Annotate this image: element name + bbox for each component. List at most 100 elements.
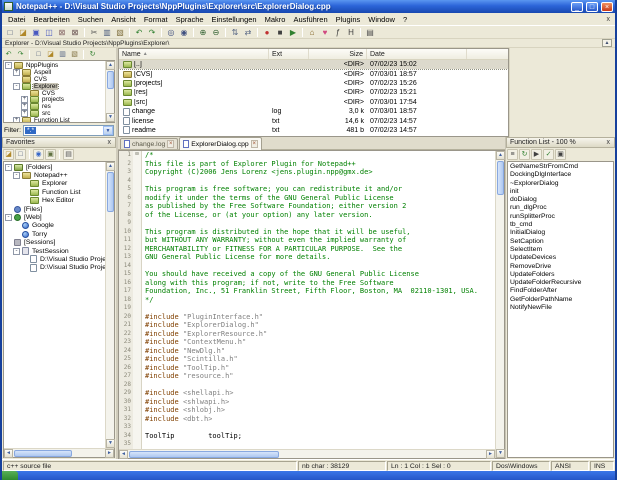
zoom-in-icon[interactable]: ⊕ — [197, 26, 209, 38]
favorites-panel-icon[interactable]: ♥ — [319, 26, 331, 38]
scroll-up-icon[interactable]: ▲ — [106, 61, 115, 70]
save-file-icon[interactable]: ▣ — [30, 26, 42, 38]
scrollbar-thumb[interactable] — [107, 172, 114, 212]
print-icon[interactable]: ▤ — [364, 26, 376, 38]
file-row-readme[interactable]: readmetxt481 b07/02/23 14:57 — [119, 126, 508, 135]
function-item-run-dlgproc[interactable]: run_dlgProc — [508, 204, 613, 212]
function-item-tb-cmd[interactable]: tb_cmd — [508, 221, 613, 229]
favorites-node-d-visual-studio-projects-nppplugin[interactable]: D:\Visual Studio Projects\NppPlugin — [4, 264, 105, 272]
menu-item-einstellungen[interactable]: Einstellungen — [208, 15, 261, 24]
explorer-node-explorer[interactable]: -Explorer — [4, 83, 105, 90]
expander-icon[interactable]: + — [21, 96, 28, 103]
menu-item-item[interactable]: ? — [399, 15, 411, 24]
scrollbar-track[interactable] — [280, 450, 486, 458]
fold-margin-collapse-icon[interactable]: ⊟ — [133, 151, 142, 160]
tab-explorerdialog-cpp[interactable]: ExplorerDialog.cpp× — [179, 137, 261, 150]
scroll-up-icon[interactable]: ▲ — [106, 162, 115, 171]
paste-path-icon[interactable]: ▧ — [69, 49, 80, 60]
scroll-down-icon[interactable]: ▼ — [496, 449, 505, 458]
find-icon[interactable]: ◎ — [165, 26, 177, 38]
favorites-node-google[interactable]: Google — [4, 222, 105, 230]
expander-icon[interactable]: + — [13, 117, 20, 122]
file-row-src[interactable]: [src]<DIR>07/03/01 17:54 — [119, 98, 508, 107]
column-header-size[interactable]: Size — [309, 49, 367, 59]
favorites-close-icon[interactable]: x — [107, 139, 113, 146]
macro-stop-icon[interactable]: ■ — [274, 26, 286, 38]
function-item-selectitem[interactable]: SelectItem — [508, 246, 613, 254]
scroll-right-icon[interactable]: ► — [486, 450, 495, 459]
dock-collapse-button[interactable]: ▲ — [602, 39, 612, 47]
scrollbar-thumb[interactable] — [497, 161, 504, 195]
function-item-removedrive[interactable]: RemoveDrive — [508, 263, 613, 271]
scrollbar-thumb[interactable] — [129, 451, 279, 458]
chevron-down-icon[interactable]: ▼ — [103, 126, 113, 135]
sync-vertical-icon[interactable]: ⇅ — [229, 26, 241, 38]
menu-item-sprache[interactable]: Sprache — [172, 15, 208, 24]
favorite-web-icon[interactable]: ◉ — [33, 149, 44, 160]
sync-horizontal-icon[interactable]: ⇄ — [242, 26, 254, 38]
session-manage-icon[interactable]: ▤ — [63, 149, 74, 160]
copy-path-icon[interactable]: ▥ — [57, 49, 68, 60]
explorer-node-nppplugins[interactable]: -NppPlugins — [4, 62, 105, 69]
expander-icon[interactable]: + — [13, 69, 20, 76]
menu-item-ausf-hren[interactable]: Ausführen — [289, 15, 331, 24]
function-item-updatedevices[interactable]: UpdateDevices — [508, 254, 613, 262]
menu-item-plugins[interactable]: Plugins — [332, 15, 365, 24]
new-file-icon[interactable]: □ — [4, 26, 16, 38]
expander-icon[interactable]: - — [13, 83, 20, 90]
favorites-hscrollbar[interactable]: ◄ ► — [4, 448, 114, 457]
file-row-item[interactable]: [..]<DIR>07/02/23 15:02 — [119, 60, 508, 69]
explorer-node-function-list[interactable]: +Function List — [4, 117, 105, 122]
expander-icon[interactable]: - — [5, 214, 12, 221]
explorer-node-projects[interactable]: +projects — [4, 96, 105, 103]
menu-item-suchen[interactable]: Suchen — [74, 15, 107, 24]
favorites-node-torry[interactable]: Torry — [4, 230, 105, 238]
favorites-node-sessions[interactable]: [Sessions] — [4, 239, 105, 247]
explorer-panel-icon[interactable]: ⌂ — [306, 26, 318, 38]
function-item-explorerdialog[interactable]: ~ExplorerDialog — [508, 180, 613, 188]
function-item-getnamestrfromcmd[interactable]: GetNameStrFromCmd — [508, 163, 613, 171]
function-item-findfolderafter[interactable]: FindFolderAfter — [508, 287, 613, 295]
explorer-node-src[interactable]: +src — [4, 110, 105, 117]
expander-icon[interactable]: - — [5, 62, 12, 69]
scrollbar-track[interactable] — [496, 196, 504, 449]
undo-icon[interactable]: ↶ — [133, 26, 145, 38]
function-item-runsplitterproc[interactable]: runSplitterProc — [508, 213, 613, 221]
function-item-updatefolders[interactable]: UpdateFolders — [508, 271, 613, 279]
editor-hscrollbar[interactable]: ◄ ► — [119, 449, 495, 458]
open-file-icon[interactable]: ◪ — [17, 26, 29, 38]
scroll-left-icon[interactable]: ◄ — [4, 449, 13, 458]
function-item-dockingdlginterface[interactable]: DockingDlgInterface — [508, 171, 613, 179]
function-item-init[interactable]: init — [508, 188, 613, 196]
menu-item-ansicht[interactable]: Ansicht — [107, 15, 140, 24]
scroll-left-icon[interactable]: ◄ — [119, 450, 128, 459]
scroll-down-icon[interactable]: ▼ — [106, 113, 115, 122]
scroll-up-icon[interactable]: ▲ — [496, 151, 505, 160]
go-forward-icon[interactable]: ↷ — [15, 49, 26, 60]
expander-icon[interactable]: - — [13, 172, 20, 179]
tab-change-log[interactable]: change.log× — [120, 138, 178, 149]
close-file-icon[interactable]: ⊠ — [56, 26, 68, 38]
goto-definition-icon[interactable]: ▶ — [531, 149, 542, 160]
favorites-node-hex-editor[interactable]: Hex Editor — [4, 197, 105, 205]
scrollbar-thumb[interactable] — [107, 71, 114, 89]
file-row-projects[interactable]: [projects]<DIR>07/02/23 15:26 — [119, 79, 508, 88]
refresh-icon[interactable]: ↻ — [87, 49, 98, 60]
function-item-notifynewfile[interactable]: NotifyNewFile — [508, 304, 613, 312]
copy-icon[interactable]: ▥ — [101, 26, 113, 38]
expander-icon[interactable]: - — [5, 164, 12, 171]
mdi-close-button[interactable]: x — [604, 16, 614, 23]
explorer-node-cvs[interactable]: CVS — [4, 76, 105, 83]
sort-icon[interactable]: ≡ — [507, 149, 518, 160]
cut-icon[interactable]: ✂ — [88, 26, 100, 38]
file-new-icon[interactable]: □ — [33, 49, 44, 60]
expander-icon[interactable]: + — [21, 103, 28, 110]
editor-vscrollbar[interactable]: ▲ ▼ — [495, 151, 504, 458]
function-item-getfolderpathname[interactable]: GetFolderPathName — [508, 296, 613, 304]
code-editor[interactable]: 1⊟/*2This file is part of Explorer Plugi… — [118, 150, 505, 459]
expander-icon[interactable]: + — [21, 110, 28, 117]
explorer-node-aspell[interactable]: +Aspell — [4, 69, 105, 76]
explorer-node-res[interactable]: +res — [4, 103, 105, 110]
scrollbar-thumb[interactable] — [14, 450, 72, 457]
menu-item-makro[interactable]: Makro — [261, 15, 290, 24]
